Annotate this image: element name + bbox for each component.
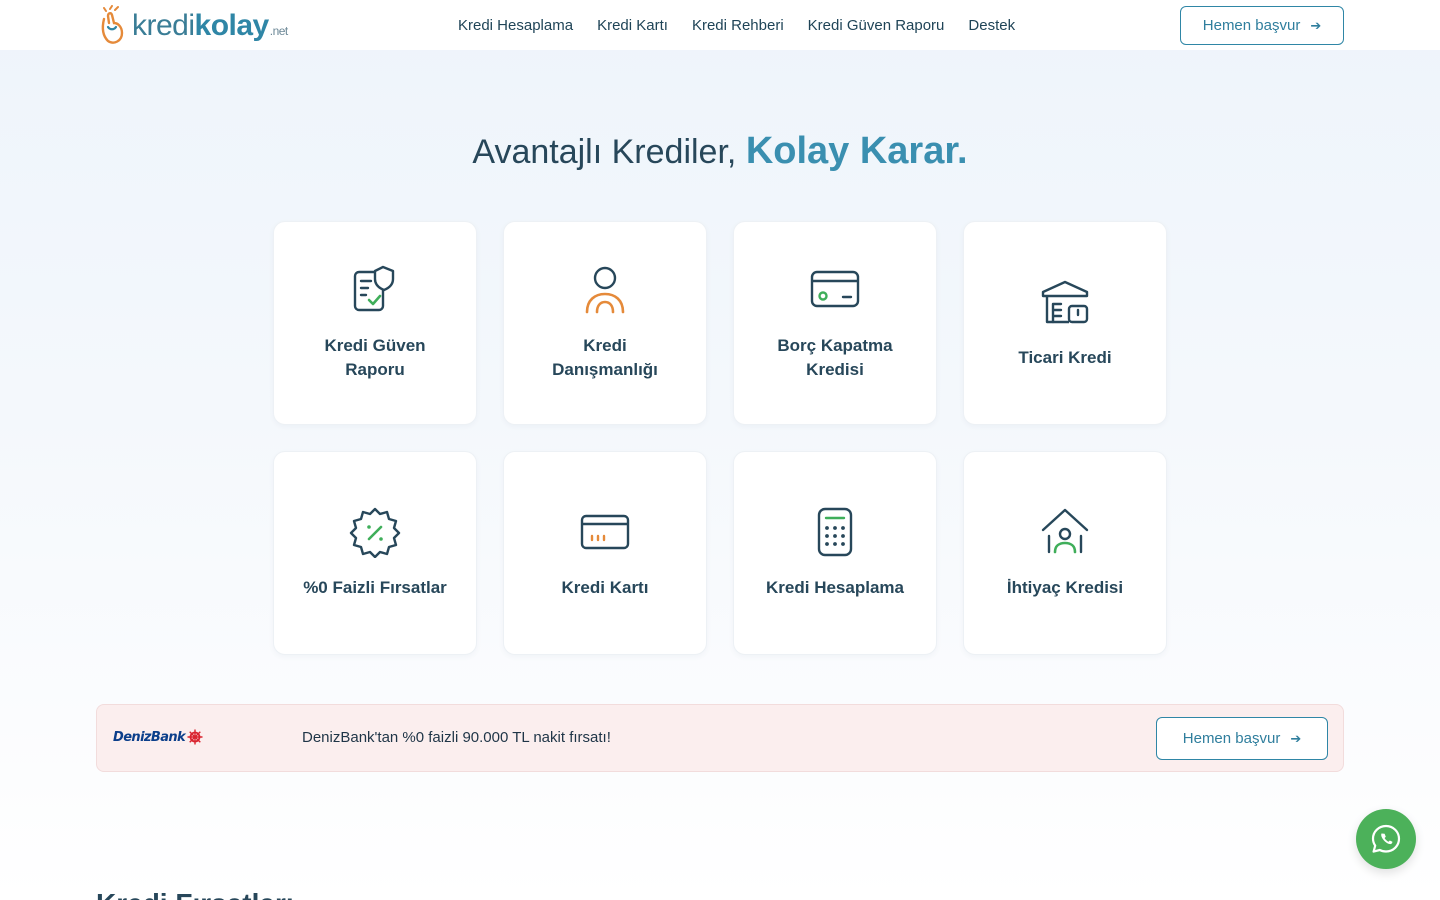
whatsapp-icon [1371, 824, 1401, 853]
logo-hand-icon [101, 5, 124, 44]
ship-wheel-icon [187, 729, 203, 745]
logo-wordmark: kredikolay.net [132, 11, 288, 41]
site-logo[interactable]: kredikolay.net [96, 4, 288, 48]
card-label: Ticari Kredi [1018, 348, 1112, 367]
header-apply-label: Hemen başvur [1202, 17, 1301, 34]
card-label: %0 Faizli Fırsatlar [303, 578, 447, 597]
promo-text: DenizBank'tan %0 faizli 90.000 TL nakit … [302, 729, 611, 746]
denizbank-logo: DenizBank [113, 729, 203, 745]
section-heading-peek: Kredi Fırsatları [96, 884, 294, 900]
product-grid: Kredi Güven Raporu Kredi Danışmanlığı Bo… [273, 221, 1167, 655]
card-label: Kredi Güven Raporu [324, 336, 426, 379]
main-nav: Kredi Hesaplama Kredi Kartı Kredi Rehber… [458, 0, 1015, 50]
credit-card-icon [580, 514, 630, 550]
nav-item-kredi-guven-raporu[interactable]: Kredi Güven Raporu [808, 17, 945, 34]
card-label: Borç Kapatma Kredisi [777, 336, 893, 379]
calculator-icon [817, 507, 853, 557]
nav-item-destek[interactable]: Destek [968, 17, 1015, 34]
promo-banner: DenizBank DenizBank'tan %0 faizli 90.000… [96, 704, 1344, 772]
card-label: Kredi Kartı [561, 578, 649, 597]
card-kredi-hesaplama[interactable]: Kredi Hesaplama [733, 451, 937, 655]
home-person-icon [1041, 508, 1089, 554]
bank-name: DenizBank [113, 729, 186, 745]
card-label: İhtiyaç Kredisi [1006, 578, 1124, 597]
wallet-card-icon [810, 270, 860, 308]
hero-title: Avantajlı Krediler, Kolay Karar. [0, 130, 1440, 173]
promo-apply-label: Hemen başvur [1182, 730, 1281, 747]
arrow-right-icon: ➔ [1290, 730, 1302, 746]
card-borc-kapatma-kredisi[interactable]: Borç Kapatma Kredisi [733, 221, 937, 425]
site-header: kredikolay.net Kredi Hesaplama Kredi Kar… [0, 0, 1440, 50]
promo-apply-button[interactable]: Hemen başvur ➔ [1156, 717, 1328, 760]
logo-kolay: kolay [194, 9, 270, 42]
person-consultant-icon [585, 266, 625, 314]
credit-report-shield-icon [353, 265, 395, 312]
percent-badge-icon [349, 507, 401, 558]
card-ihtiyac-kredisi[interactable]: İhtiyaç Kredisi [963, 451, 1167, 655]
card-label: Kredi Hesaplama [766, 578, 904, 597]
card-kredi-karti[interactable]: Kredi Kartı [503, 451, 707, 655]
hero-title-accent: Kolay Karar. [745, 130, 968, 172]
card-faizsiz-firsatlar[interactable]: %0 Faizli Fırsatlar [273, 451, 477, 655]
card-kredi-guven-raporu[interactable]: Kredi Güven Raporu [273, 221, 477, 425]
whatsapp-button[interactable] [1356, 809, 1416, 869]
commercial-building-icon [1041, 280, 1089, 324]
nav-item-kredi-karti[interactable]: Kredi Kartı [597, 17, 668, 34]
arrow-right-icon: ➔ [1310, 17, 1322, 33]
card-label: Kredi Danışmanlığı [552, 336, 658, 379]
nav-item-kredi-rehberi[interactable]: Kredi Rehberi [692, 17, 784, 34]
logo-net: .net [269, 24, 289, 38]
nav-item-kredi-hesaplama[interactable]: Kredi Hesaplama [458, 17, 573, 34]
card-kredi-danismanligi[interactable]: Kredi Danışmanlığı [503, 221, 707, 425]
header-apply-button[interactable]: Hemen başvur ➔ [1180, 6, 1344, 45]
logo-kredi: kredi [132, 9, 195, 42]
card-ticari-kredi[interactable]: Ticari Kredi [963, 221, 1167, 425]
hero-title-plain: Avantajlı Krediler, [472, 133, 746, 171]
